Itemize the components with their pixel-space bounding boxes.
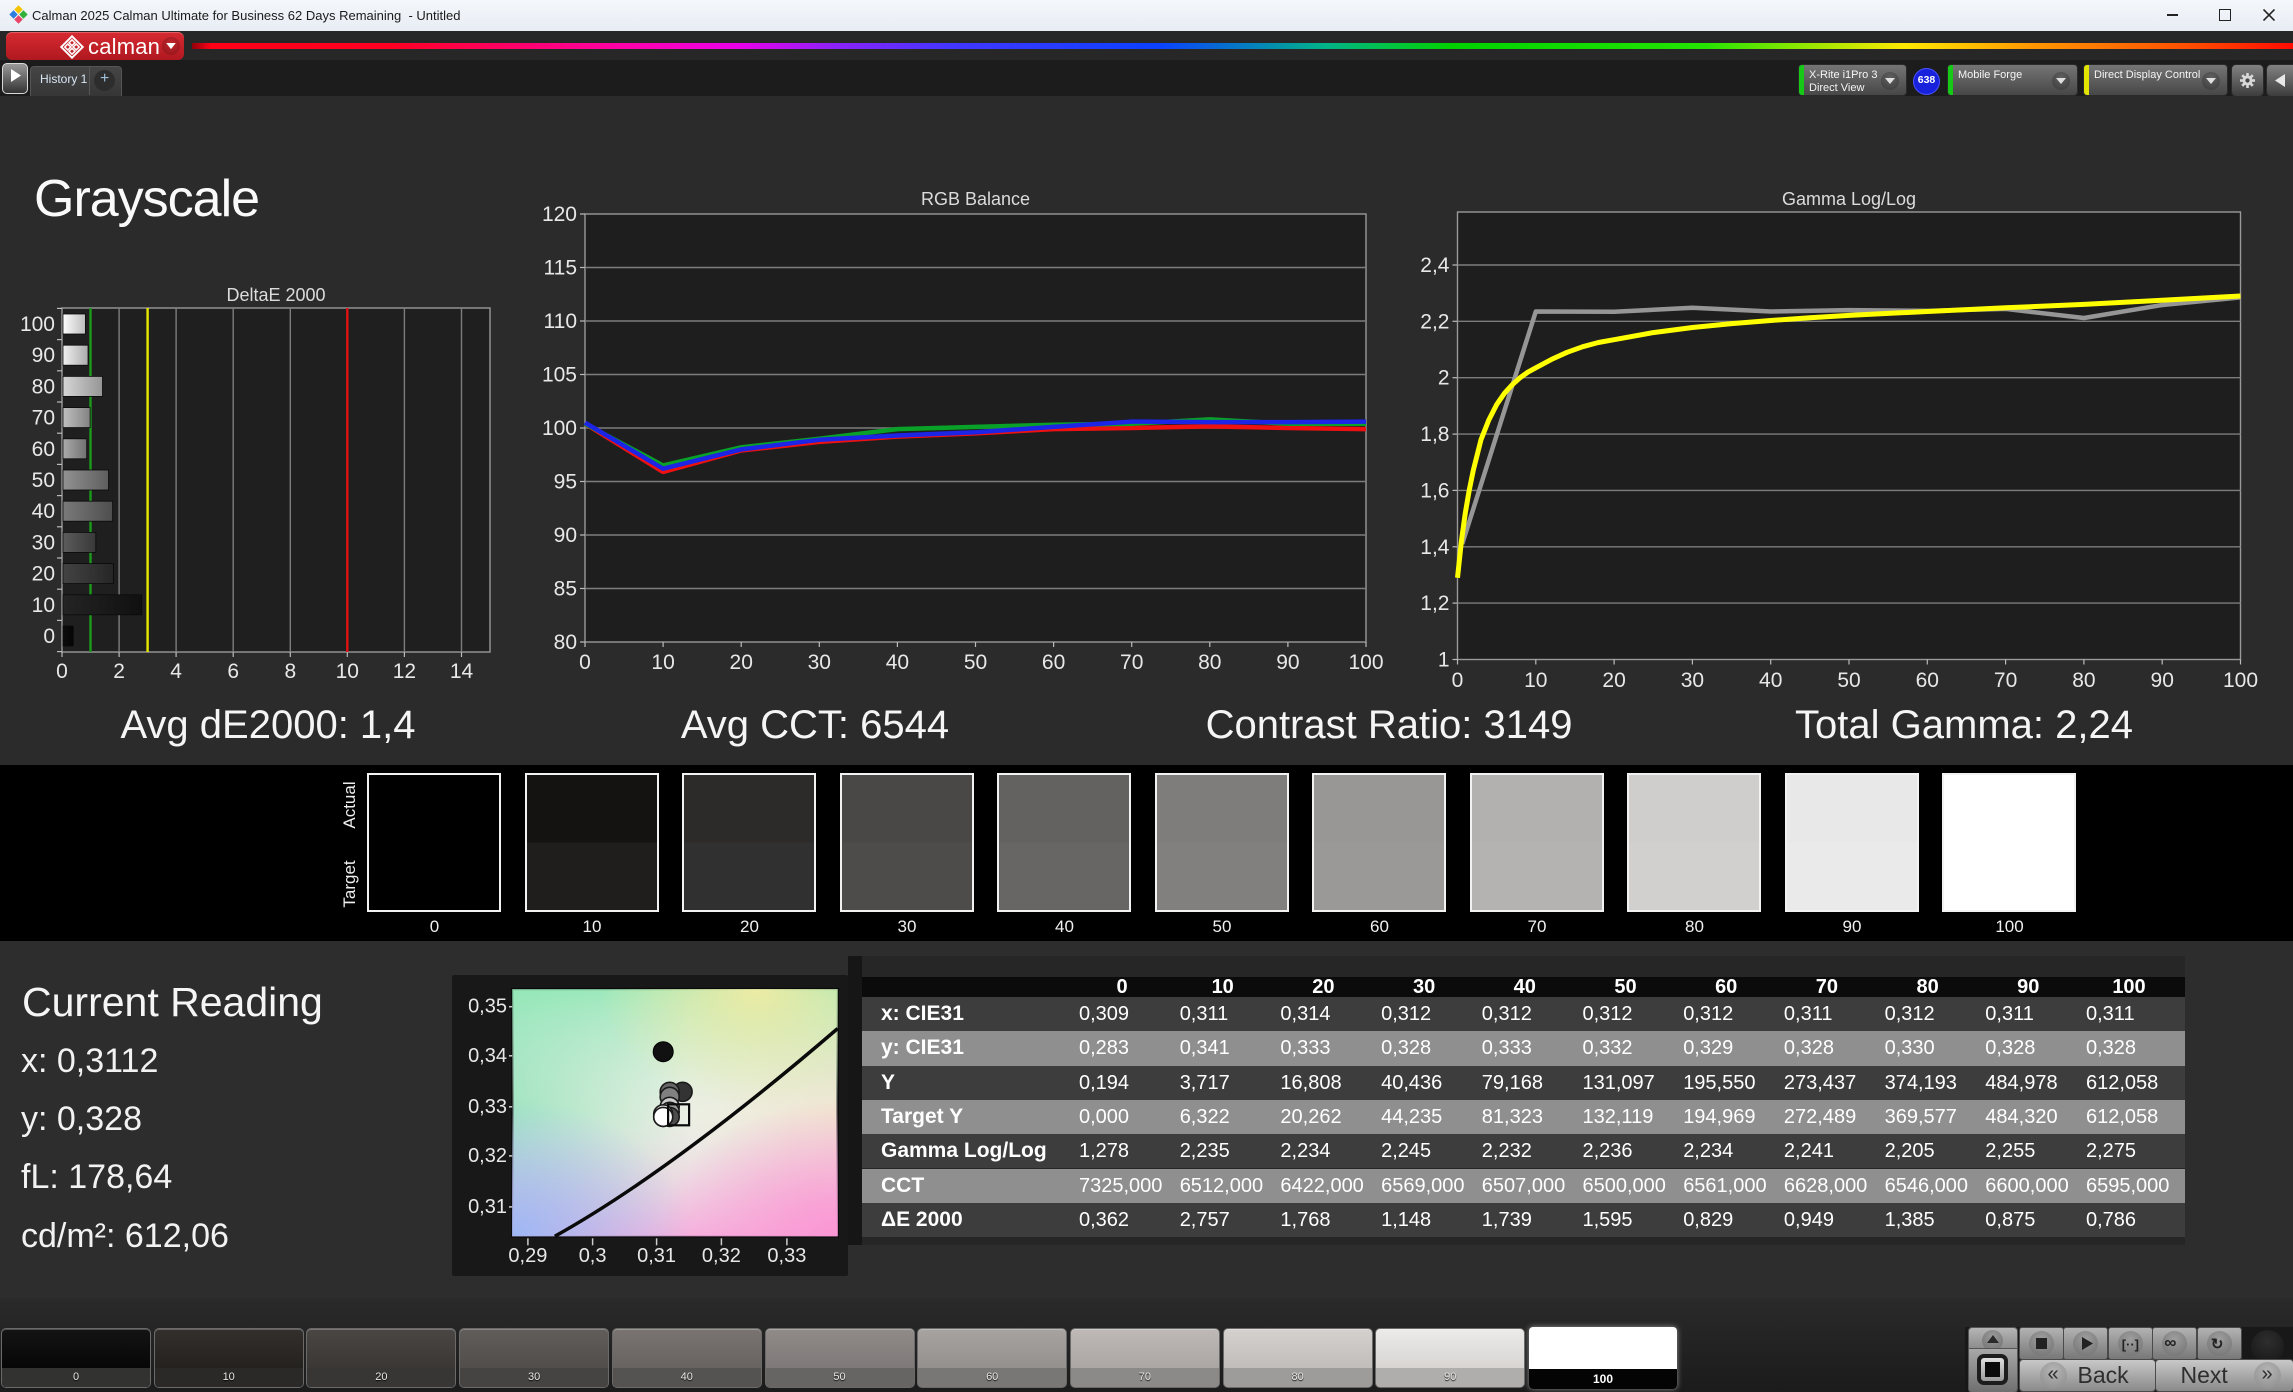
svg-text:0: 0 [56, 660, 68, 683]
svg-text:20: 20 [1602, 669, 1625, 692]
svg-text:0,31: 0,31 [468, 1196, 507, 1218]
svg-text:0,35: 0,35 [468, 996, 507, 1018]
svg-text:1,4: 1,4 [1420, 536, 1450, 559]
svg-text:1,8: 1,8 [1420, 423, 1449, 446]
svg-text:120: 120 [542, 203, 577, 226]
svg-text:40: 40 [886, 651, 909, 674]
svg-text:0,34: 0,34 [468, 1045, 507, 1067]
svg-text:0: 0 [1452, 669, 1464, 692]
svg-text:115: 115 [544, 257, 577, 280]
svg-text:10: 10 [651, 651, 674, 674]
svg-text:RGB Balance: RGB Balance [921, 189, 1030, 209]
svg-text:2,4: 2,4 [1420, 254, 1450, 277]
svg-text:1,2: 1,2 [1420, 592, 1449, 615]
svg-text:80: 80 [1198, 651, 1221, 674]
svg-text:90: 90 [554, 524, 577, 547]
svg-text:6: 6 [227, 660, 239, 683]
svg-text:105: 105 [542, 364, 577, 387]
svg-text:0: 0 [579, 651, 591, 674]
svg-text:80: 80 [2072, 669, 2095, 692]
svg-text:70: 70 [1120, 651, 1143, 674]
svg-text:100: 100 [1348, 651, 1383, 674]
svg-text:0,31: 0,31 [637, 1245, 676, 1267]
svg-text:90: 90 [1276, 651, 1299, 674]
svg-text:60: 60 [1042, 651, 1065, 674]
svg-text:110: 110 [544, 310, 577, 333]
svg-text:90: 90 [32, 344, 55, 367]
svg-text:50: 50 [964, 651, 987, 674]
svg-text:0,32: 0,32 [468, 1145, 507, 1167]
svg-text:2,2: 2,2 [1420, 310, 1449, 333]
svg-text:0,3: 0,3 [579, 1245, 607, 1267]
svg-text:70: 70 [32, 407, 55, 430]
svg-text:10: 10 [336, 660, 359, 683]
svg-text:0,29: 0,29 [508, 1245, 547, 1267]
svg-text:100: 100 [20, 313, 55, 336]
svg-text:2: 2 [1438, 367, 1450, 390]
svg-text:60: 60 [1916, 669, 1939, 692]
svg-text:80: 80 [32, 375, 55, 398]
svg-text:40: 40 [32, 500, 55, 523]
svg-text:30: 30 [1681, 669, 1704, 692]
svg-text:DeltaE 2000: DeltaE 2000 [226, 285, 325, 305]
svg-text:8: 8 [284, 660, 296, 683]
svg-text:80: 80 [554, 631, 577, 654]
svg-text:10: 10 [1524, 669, 1547, 692]
svg-text:40: 40 [1759, 669, 1782, 692]
svg-text:90: 90 [2151, 669, 2174, 692]
svg-text:0: 0 [43, 625, 55, 648]
svg-text:30: 30 [32, 531, 55, 554]
svg-text:14: 14 [450, 660, 474, 683]
svg-text:95: 95 [554, 471, 577, 494]
svg-text:4: 4 [170, 660, 182, 683]
svg-text:100: 100 [2223, 669, 2258, 692]
svg-text:0,32: 0,32 [702, 1245, 741, 1267]
svg-text:10: 10 [32, 594, 55, 617]
svg-text:100: 100 [542, 417, 577, 440]
svg-text:20: 20 [32, 563, 55, 586]
svg-text:12: 12 [393, 660, 416, 683]
svg-text:85: 85 [554, 578, 577, 601]
svg-text:0,33: 0,33 [468, 1096, 507, 1118]
svg-text:60: 60 [32, 438, 55, 461]
svg-text:0,33: 0,33 [767, 1245, 806, 1267]
svg-text:20: 20 [730, 651, 753, 674]
svg-text:2: 2 [113, 660, 125, 683]
svg-text:50: 50 [1837, 669, 1860, 692]
svg-text:50: 50 [32, 469, 55, 492]
svg-text:1,6: 1,6 [1420, 479, 1449, 502]
svg-text:1: 1 [1438, 649, 1450, 672]
svg-text:30: 30 [808, 651, 831, 674]
svg-text:Gamma Log/Log: Gamma Log/Log [1782, 189, 1916, 209]
svg-text:70: 70 [1994, 669, 2017, 692]
